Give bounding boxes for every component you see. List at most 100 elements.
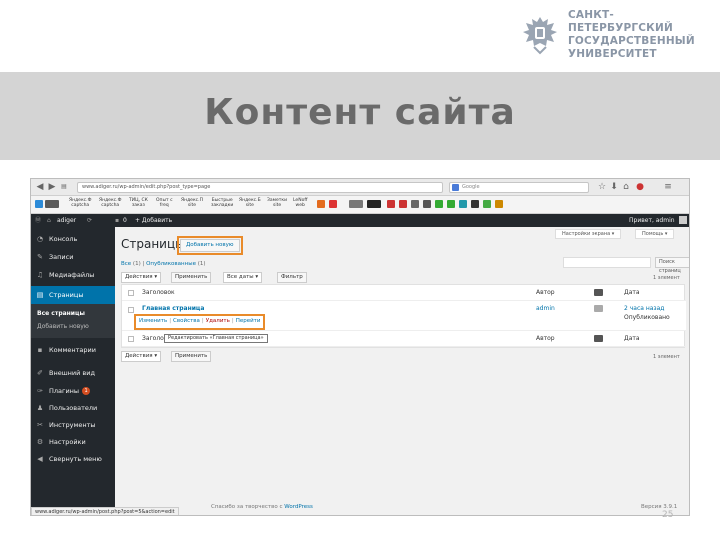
sidebar-item-appearance[interactable]: ✐ Внешний вид (31, 365, 115, 381)
sidebar-item-users[interactable]: ♟ Пользователи (31, 400, 115, 416)
comment-count-icon[interactable] (594, 305, 603, 312)
browser-search-input[interactable]: Google (449, 182, 589, 193)
star-icon[interactable]: ☆ (597, 182, 607, 192)
select-all-checkbox[interactable] (128, 290, 134, 296)
sidebar-item-dashboard[interactable]: ◔ Консоль (31, 231, 115, 247)
sidebar-item-posts[interactable]: ✎ Записи (31, 249, 115, 265)
site-name[interactable]: adiger (57, 216, 76, 225)
bulk-actions-select-bottom[interactable]: Действия ▾ (121, 351, 162, 362)
page-icon: ▤ (61, 183, 67, 190)
bookmark-item[interactable]: Яндекс.Б site (239, 198, 261, 208)
submenu-add-new[interactable]: Добавить новую (37, 322, 89, 332)
add-new-menu[interactable]: + Добавить (135, 216, 172, 225)
sidebar-item-label: Настройки (49, 438, 86, 446)
back-icon[interactable]: ◀ (35, 182, 45, 192)
select-all-checkbox[interactable] (128, 336, 134, 342)
page-title-link[interactable]: Главная страница (142, 305, 204, 313)
apply-button-bottom[interactable]: Применить (171, 351, 212, 362)
help-button[interactable]: Помощь ▾ (635, 229, 675, 239)
bookmark-item[interactable]: Заметки site (267, 198, 287, 208)
logo-line: САНКТ-ПЕТЕРБУРГСКИЙ (568, 9, 673, 34)
author-link[interactable]: admin (536, 305, 555, 313)
bookmark-icon[interactable] (423, 200, 431, 208)
bookmark-icon[interactable] (471, 200, 479, 208)
user-greeting[interactable]: Привет, admin (629, 216, 675, 225)
avatar[interactable] (679, 216, 687, 224)
status-filter-links: Все (1) | Опубликованные (1) (121, 260, 206, 268)
wordpress-logo-icon[interactable]: Ⓦ (35, 216, 41, 225)
bookmark-icon[interactable] (447, 200, 455, 208)
forward-icon[interactable]: ▶ (47, 182, 57, 192)
edit-link[interactable]: Изменить (139, 318, 167, 324)
bookmark-item[interactable]: ТИЦ, СК заказ (129, 198, 148, 208)
browser-toolbar: ◀ ▶ ▤ www.adiger.ru/wp-admin/edit.php?po… (31, 179, 689, 196)
apply-button[interactable]: Применить (171, 272, 212, 283)
users-icon: ♟ (36, 404, 44, 412)
submenu-all-pages[interactable]: Все страницы (37, 309, 85, 319)
download-icon[interactable]: ⬇ (609, 182, 619, 192)
date-filter-select[interactable]: Все даты ▾ (223, 272, 263, 283)
view-published-link[interactable]: Опубликованные (146, 261, 196, 267)
bookmark-icon[interactable] (399, 200, 407, 208)
sidebar-item-settings[interactable]: ⚙ Настройки (31, 434, 115, 450)
bookmark-item[interactable]: Яндекс.Ф captcha (99, 198, 121, 208)
home-icon: ⌂ (47, 217, 51, 224)
comments-count[interactable]: 0 (123, 216, 127, 225)
table-footer: Заголовок Редактировать «Главная страниц… (122, 331, 686, 347)
sidebar-item-tools[interactable]: ✂ Инструменты (31, 417, 115, 433)
logo-text: САНКТ-ПЕТЕРБУРГСКИЙ ГОСУДАРСТВЕННЫЙ УНИВ… (568, 9, 715, 61)
url-bar[interactable]: www.adiger.ru/wp-admin/edit.php?post_typ… (77, 182, 443, 193)
sidebar-item-label: Комментарии (49, 346, 96, 354)
bookmark-icon[interactable] (411, 200, 419, 208)
media-icon: ♫ (36, 271, 44, 279)
bookmark-icon[interactable] (367, 200, 381, 208)
bookmark-icon[interactable] (317, 200, 325, 208)
add-new-page-button[interactable]: Добавить новую (177, 236, 243, 255)
column-date[interactable]: Дата (624, 335, 640, 343)
comment-bubble-icon[interactable]: ▪ (115, 216, 119, 225)
sidebar-item-collapse[interactable]: ◀ Свернуть меню (31, 451, 115, 467)
bookmark-icon[interactable] (483, 200, 491, 208)
wordpress-link[interactable]: WordPress (284, 504, 313, 510)
bookmark-item[interactable]: Опыт с freq (156, 198, 173, 208)
bookmark-icon[interactable] (435, 200, 443, 208)
bookmark-icon[interactable] (329, 200, 337, 208)
sidebar-item-pages[interactable]: ▤ Страницы (31, 286, 115, 304)
bookmarks-bar: Яндекс.Ф captcha Яндекс.Ф captcha ТИЦ, С… (31, 196, 689, 214)
screen-options-button[interactable]: Настройки экрана ▾ (555, 229, 622, 239)
bookmark-item[interactable]: Яндекс.Ф captcha (69, 198, 91, 208)
quick-edit-link[interactable]: Свойства (173, 318, 200, 324)
bookmark-icon[interactable] (495, 200, 503, 208)
sidebar-item-media[interactable]: ♫ Медиафайлы (31, 267, 115, 283)
search-pages-button[interactable]: Поиск страниц (655, 257, 689, 274)
view-all-link[interactable]: Все (121, 261, 131, 267)
extension-icon[interactable]: ● (635, 182, 645, 192)
dashboard-icon: ◔ (36, 235, 44, 243)
vk-icon[interactable] (35, 200, 43, 208)
counter-icon[interactable] (45, 200, 59, 208)
updates-icon[interactable]: ⟳ (87, 216, 92, 225)
sidebar-item-comments[interactable]: ▪ Комментарии (31, 342, 115, 358)
row-checkbox[interactable] (128, 307, 134, 313)
view-all-count: (1) | (131, 261, 147, 267)
bookmark-icon[interactable] (387, 200, 395, 208)
bookmark-item[interactable]: Яндекс.П site (181, 198, 203, 208)
bookmark-icon[interactable] (349, 200, 363, 208)
logo-line: УНИВЕРСИТЕТ (568, 48, 657, 60)
view-link[interactable]: Перейти (236, 318, 261, 324)
bookmark-icon[interactable] (459, 200, 467, 208)
filter-button[interactable]: Фильтр (277, 272, 307, 283)
bulk-actions-select[interactable]: Действия ▾ (121, 272, 162, 283)
column-title[interactable]: Заголовок (142, 289, 175, 297)
sidebar-item-plugins[interactable]: ✑ Плагины 1 (31, 383, 115, 399)
column-date[interactable]: Дата (624, 289, 640, 297)
comments-icon: ▪ (37, 346, 43, 354)
bookmark-item[interactable]: Быстрые закладки (211, 198, 233, 208)
table-row: Главная страница Изменить | Свойства | Удали… (122, 301, 686, 331)
menu-icon[interactable]: ≡ (663, 182, 673, 192)
trash-link[interactable]: Удалить (206, 318, 230, 324)
search-pages-input[interactable] (563, 257, 651, 268)
bookmark-item[interactable]: LeNoff web (293, 198, 307, 208)
home-icon[interactable]: ⌂ (621, 182, 631, 192)
row-actions: Изменить | Свойства | Удалить | Перейти (133, 314, 266, 330)
